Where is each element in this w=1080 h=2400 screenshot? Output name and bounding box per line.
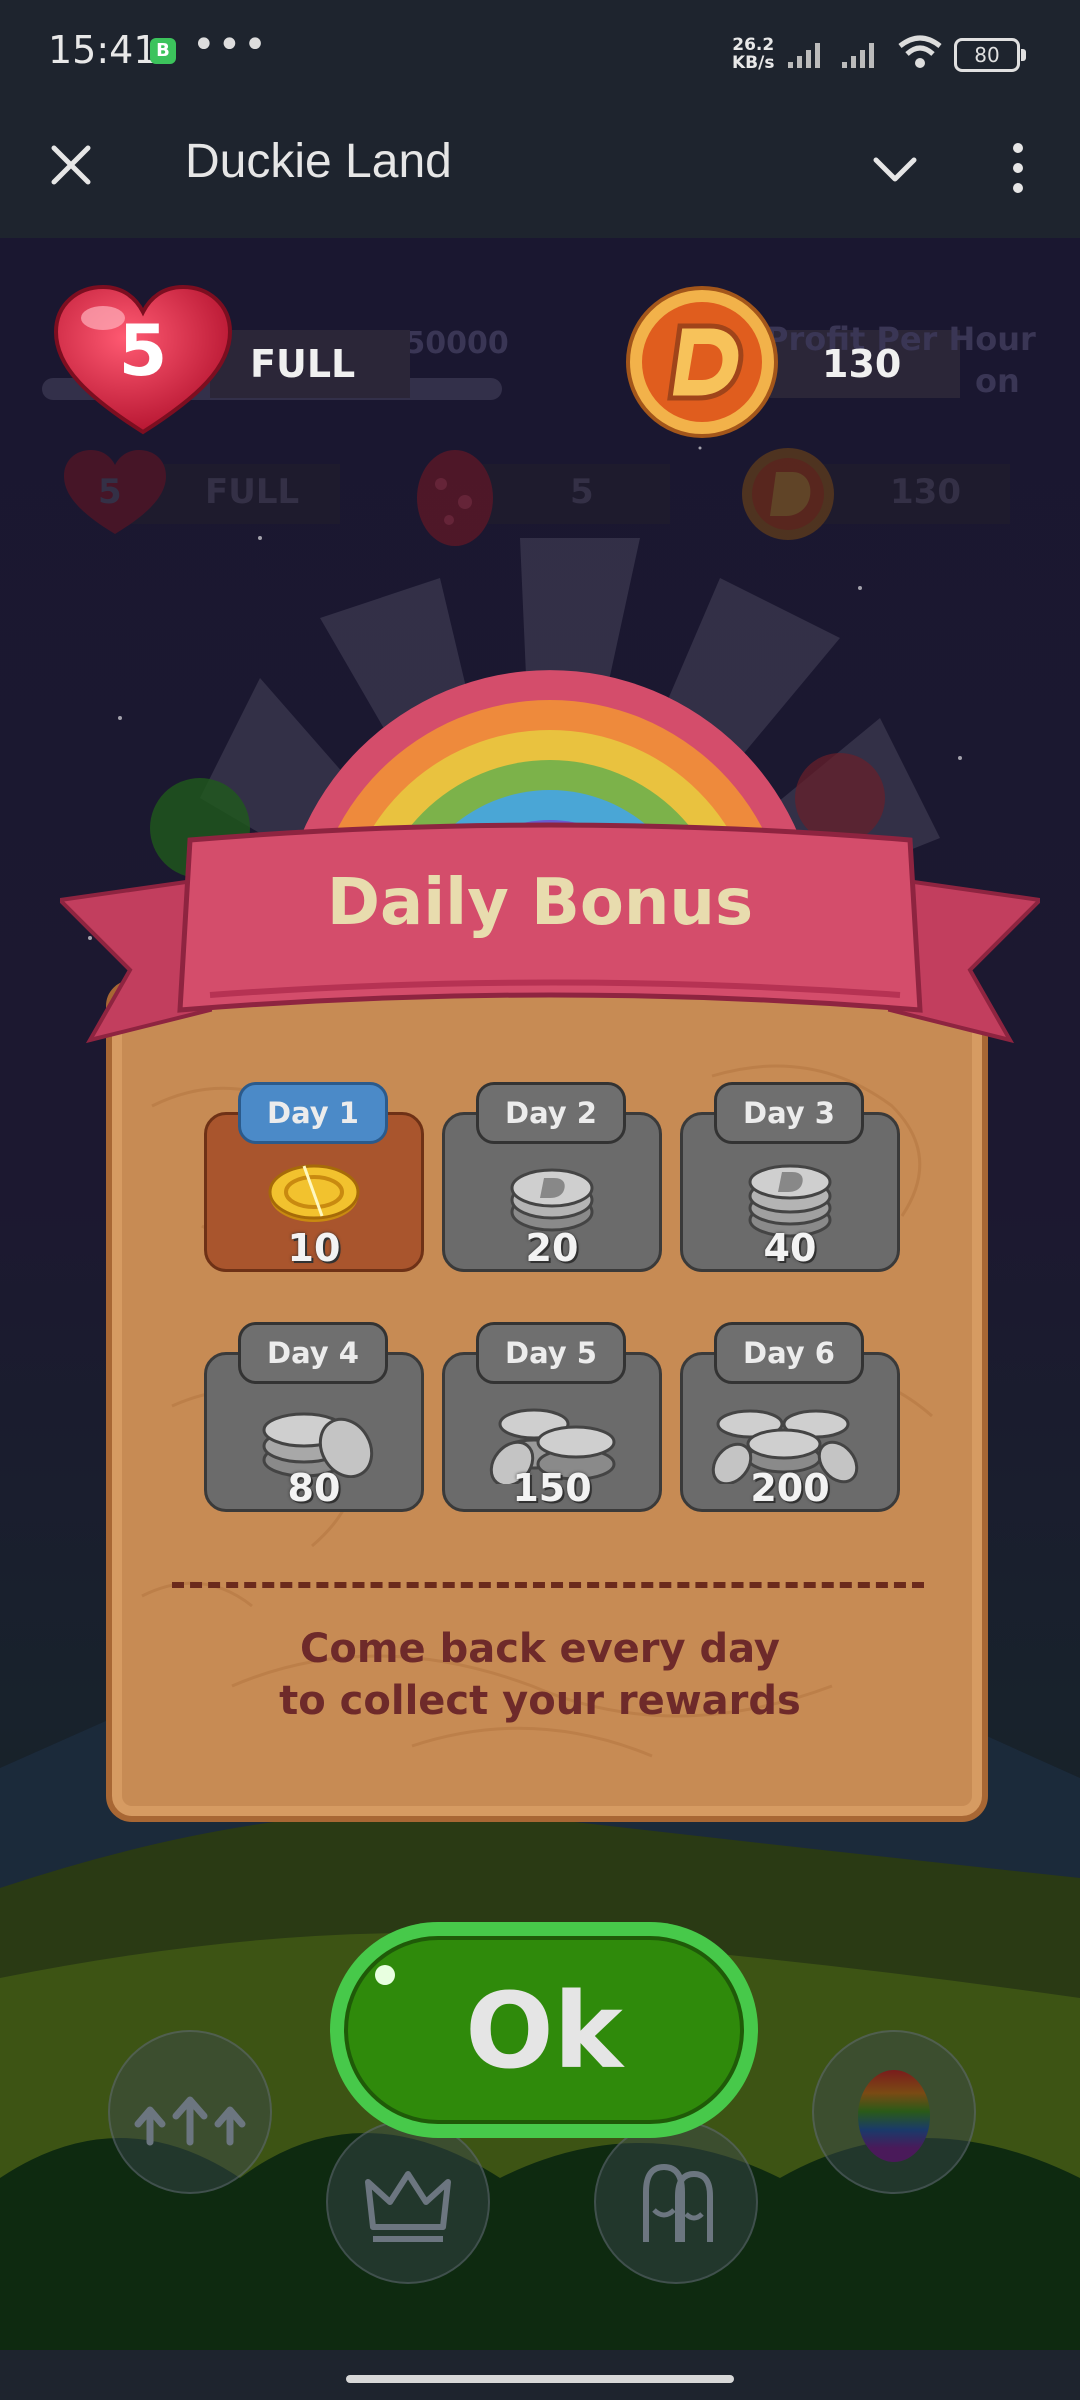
day-4-amount: 80 <box>287 1466 341 1510</box>
gold-coin-icon <box>268 1164 360 1222</box>
title-ribbon <box>60 822 1040 1044</box>
day-1-label: Day 1 <box>238 1082 388 1144</box>
day-6-amount: 200 <box>750 1466 830 1510</box>
reminder-text-line-2: to collect your rewards <box>279 1678 801 1724</box>
day-1-amount: 10 <box>287 1226 341 1270</box>
home-gesture-handle[interactable] <box>346 2375 734 2383</box>
day-3-amount: 40 <box>763 1226 817 1270</box>
dialog-title: Daily Bonus <box>326 866 754 940</box>
day-2-label: Day 2 <box>476 1082 626 1144</box>
divider <box>172 1582 924 1588</box>
ok-button-label: Ok <box>465 1970 623 2092</box>
day-4-label: Day 4 <box>238 1322 388 1384</box>
daily-bonus-dialog: Daily Bonus Day 1 10 Day 2 20 Day 3 40 D… <box>0 0 1080 2400</box>
ok-button-face: Ok <box>344 1936 744 2124</box>
day-5-amount: 150 <box>512 1466 592 1510</box>
ok-button[interactable]: Ok <box>330 1922 758 2138</box>
day-3-label: Day 3 <box>714 1082 864 1144</box>
day-2-amount: 20 <box>525 1226 579 1270</box>
reminder-text-line-1: Come back every day <box>300 1626 780 1672</box>
day-5-label: Day 5 <box>476 1322 626 1384</box>
day-6-label: Day 6 <box>714 1322 864 1384</box>
